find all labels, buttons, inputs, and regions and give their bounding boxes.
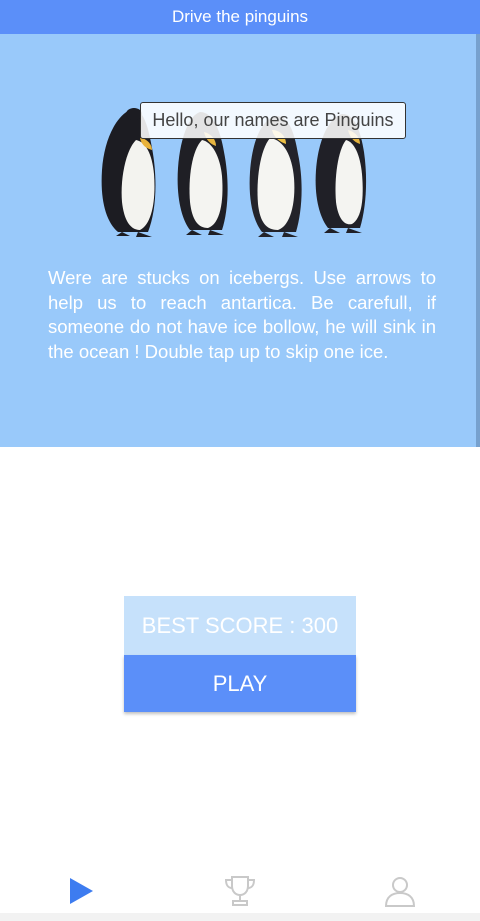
right-edge-shadow bbox=[476, 34, 480, 447]
speech-bubble: Hello, our names are Pinguins bbox=[140, 102, 406, 139]
best-score-panel: BEST SCORE : 300 bbox=[124, 596, 356, 655]
instructions-text: Were are stucks on icebergs. Use arrows … bbox=[48, 267, 436, 362]
intro-panel bbox=[0, 34, 480, 447]
tab-play[interactable] bbox=[58, 872, 102, 910]
app-title: Drive the pinguins bbox=[171, 7, 309, 26]
trophy-icon bbox=[224, 876, 256, 906]
person-icon bbox=[384, 877, 416, 907]
app-screen: Drive the pinguins Hello, our names are … bbox=[0, 0, 480, 921]
tab-profile[interactable] bbox=[378, 872, 422, 910]
title-bar: Drive the pinguins bbox=[0, 0, 480, 34]
play-button-label: PLAY bbox=[212, 670, 268, 696]
play-icon bbox=[70, 878, 93, 904]
bottom-edge bbox=[0, 913, 480, 921]
best-score-text: BEST SCORE : 300 bbox=[141, 612, 339, 638]
speech-bubble-text: Hello, our names are Pinguins bbox=[152, 110, 394, 130]
play-button[interactable]: PLAY bbox=[124, 655, 356, 712]
tab-trophy[interactable] bbox=[218, 872, 262, 910]
bottom-nav bbox=[0, 860, 480, 921]
